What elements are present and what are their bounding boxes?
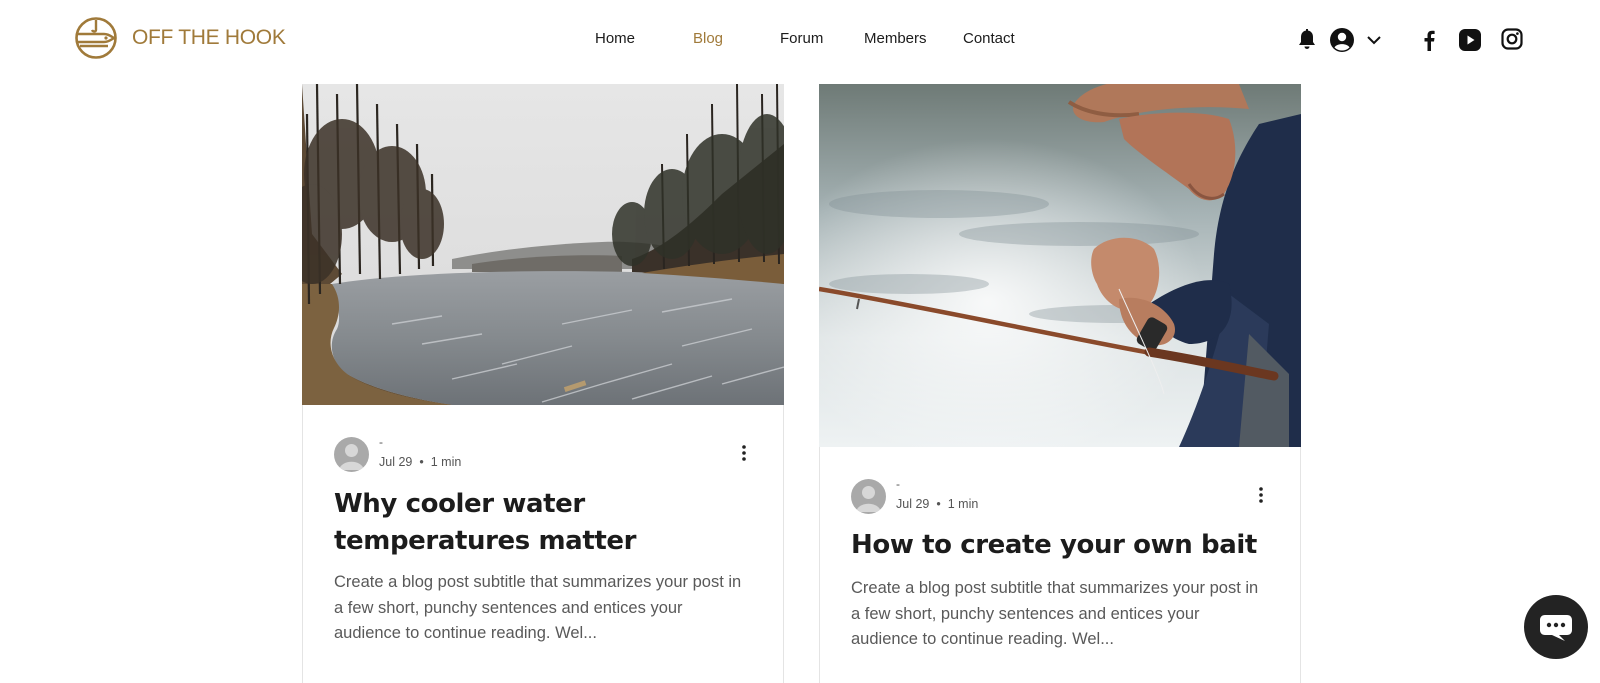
read-time: 1 min — [430, 455, 462, 469]
more-options-icon[interactable] — [1251, 483, 1271, 507]
youtube-icon[interactable] — [1458, 29, 1482, 51]
post-date-line: Jul 29 • 1 min — [896, 497, 978, 511]
post-title[interactable]: How to create your own bait — [851, 527, 1271, 564]
author-name[interactable]: - — [896, 477, 900, 491]
avatar[interactable] — [851, 479, 886, 514]
separator-dot: • — [936, 497, 941, 511]
separator-dot: • — [419, 455, 424, 469]
avatar[interactable] — [334, 437, 369, 472]
post-date-line: Jul 29 • 1 min — [379, 455, 461, 469]
post-meta: - Jul 29 • 1 min — [851, 477, 1271, 517]
post-date: Jul 29 — [896, 497, 930, 511]
frozen-lake-photo[interactable] — [302, 84, 784, 405]
blog-post-card[interactable]: - Jul 29 • 1 min Why cooler water temperat… — [302, 84, 784, 683]
main-nav: Home Blog Forum Members Contact — [0, 30, 1600, 52]
instagram-icon[interactable] — [1501, 28, 1523, 50]
facebook-icon[interactable] — [1420, 28, 1438, 52]
post-title[interactable]: Why cooler water temperatures matter — [334, 486, 754, 560]
bell-icon[interactable] — [1296, 28, 1318, 52]
blog-post-card[interactable]: - Jul 29 • 1 min How to create your own ba… — [819, 84, 1301, 683]
post-date: Jul 29 — [379, 455, 413, 469]
post-excerpt: Create a blog post subtitle that summari… — [334, 573, 742, 642]
site-header: OFF THE HOOK Home Blog Forum Members Con… — [0, 0, 1600, 80]
nav-item-home[interactable]: Home — [595, 30, 635, 47]
more-options-icon[interactable] — [734, 441, 754, 465]
fisherman-tying-line-photo[interactable] — [819, 84, 1301, 447]
post-excerpt: Create a blog post subtitle that summari… — [851, 579, 1259, 648]
user-icon[interactable] — [1329, 27, 1355, 53]
post-meta: - Jul 29 • 1 min — [334, 435, 754, 475]
nav-item-contact[interactable]: Contact — [963, 30, 1015, 47]
nav-item-blog[interactable]: Blog — [693, 30, 723, 47]
nav-item-members[interactable]: Members — [864, 30, 927, 47]
read-time: 1 min — [947, 497, 979, 511]
nav-item-forum[interactable]: Forum — [780, 30, 823, 47]
author-name[interactable]: - — [379, 435, 383, 449]
chat-bubble-icon — [1540, 615, 1572, 641]
chevron-down-icon[interactable] — [1366, 33, 1382, 47]
chat-button[interactable] — [1524, 595, 1588, 659]
